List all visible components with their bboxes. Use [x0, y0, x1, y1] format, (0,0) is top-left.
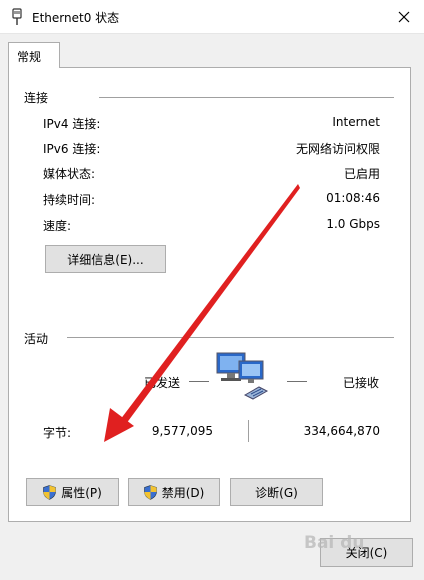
diagnose-button[interactable]: 诊断(G): [230, 478, 323, 506]
bytes-label: 字节:: [43, 426, 72, 440]
received-label: 已接收: [343, 376, 380, 390]
received-dash: [287, 381, 307, 382]
ipv6-value: 无网络访问权限: [295, 142, 380, 156]
details-button[interactable]: 详细信息(E)...: [45, 245, 166, 273]
connection-group-label: 连接: [24, 91, 49, 105]
disable-button-label: 禁用(D): [161, 485, 205, 500]
sent-dash: [189, 381, 209, 382]
duration-label: 持续时间:: [43, 193, 96, 207]
tab-general[interactable]: 常规: [8, 42, 60, 68]
properties-button[interactable]: 属性(P): [26, 478, 119, 506]
baidu-watermark: Bai du: [304, 533, 365, 553]
bytes-separator: [248, 420, 249, 442]
connection-divider: [99, 97, 394, 98]
ipv4-value: Internet: [332, 115, 380, 129]
sent-label: 已发送: [144, 376, 181, 390]
bytes-received-value: 334,664,870: [303, 424, 380, 438]
properties-button-label: 属性(P): [61, 485, 102, 500]
diagnose-button-label: 诊断(G): [255, 485, 298, 500]
general-panel: 连接 IPv4 连接: Internet IPv6 连接: 无网络访问权限 媒体…: [8, 67, 411, 522]
media-state-label: 媒体状态:: [43, 167, 96, 181]
duration-value: 01:08:46: [326, 191, 380, 205]
bytes-sent-value: 9,577,095: [151, 424, 213, 438]
uac-shield-icon: [43, 484, 56, 500]
details-button-label: 详细信息(E)...: [67, 252, 144, 267]
ipv4-label: IPv4 连接:: [43, 117, 101, 131]
speed-label: 速度:: [43, 219, 72, 233]
tab-general-label: 常规: [17, 50, 42, 64]
activity-divider: [67, 337, 394, 338]
close-icon: [398, 11, 410, 22]
title-bar: Ethernet0 状态: [0, 0, 424, 34]
window-close-button[interactable]: [384, 0, 424, 33]
ipv6-label: IPv6 连接:: [43, 142, 101, 156]
network-computers-icon: [216, 352, 269, 400]
window-title: Ethernet0 状态: [32, 11, 120, 25]
activity-group-label: 活动: [24, 332, 49, 346]
media-state-value: 已启用: [343, 167, 380, 181]
disable-button[interactable]: 禁用(D): [128, 478, 220, 506]
speed-value: 1.0 Gbps: [326, 217, 380, 231]
uac-shield-icon: [143, 484, 157, 500]
ethernet-icon: [12, 8, 22, 25]
